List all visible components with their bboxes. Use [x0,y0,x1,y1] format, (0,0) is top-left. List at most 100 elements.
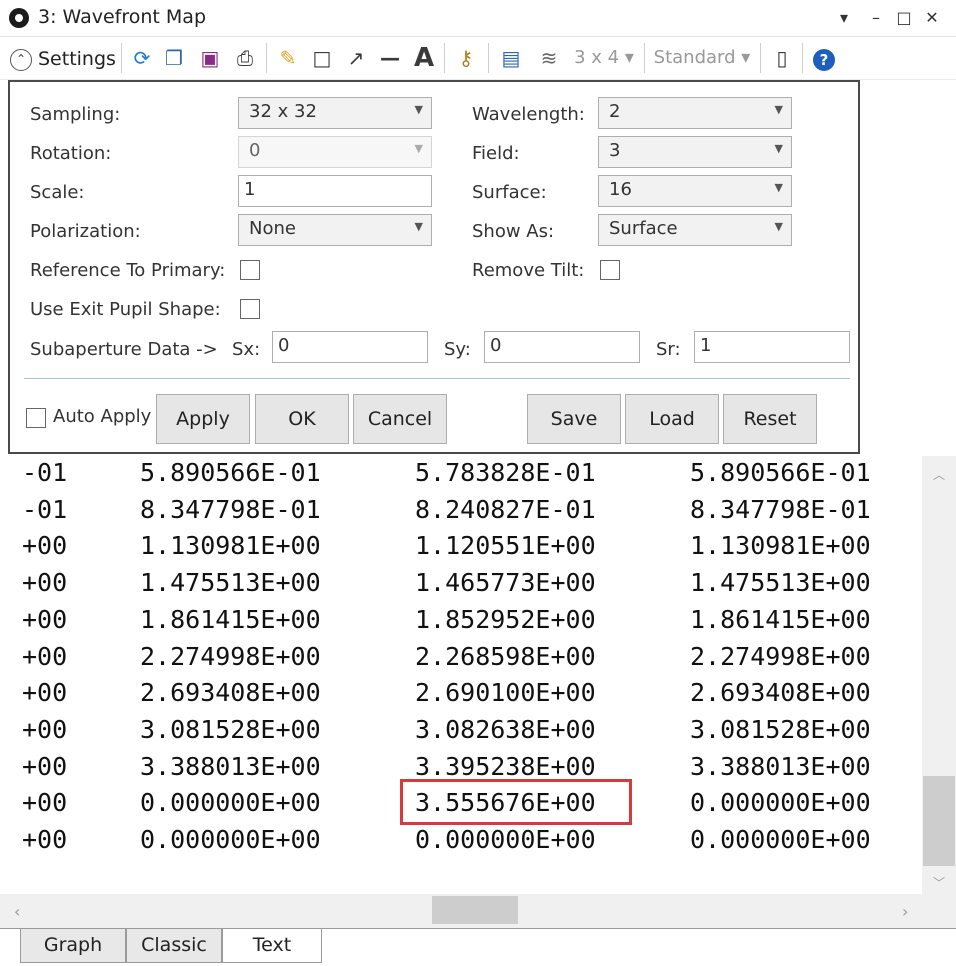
wavelength-select[interactable]: 2 ▼ [598,97,792,129]
field-select[interactable]: 3 ▼ [598,136,792,168]
panel-divider [24,378,850,379]
auto-apply-checkbox[interactable] [26,408,46,428]
sx-label: Sx: [232,339,261,360]
tab-classic[interactable]: Classic [126,929,222,963]
text-cell: 3.395238E+00 [415,751,596,781]
cancel-button[interactable]: Cancel [353,394,447,444]
text-cell: 0.000000E+00 [690,825,871,854]
chevron-down-icon: ▼ [414,220,423,233]
polarization-select[interactable]: None ▼ [238,214,432,246]
rotation-label: Rotation: [30,143,112,164]
save-button[interactable]: Save [527,394,621,444]
settings-toggle-button[interactable]: ⌃ Settings [10,42,118,74]
minimize-button[interactable]: – [862,4,890,32]
text-row: +00 0.000000E+00 0.000000E+00 0.000000E+00 [0,825,922,862]
app-icon [9,8,29,28]
view-tabs: Graph Classic Text [0,928,956,966]
text-output-area[interactable]: -01 5.890566E-01 5.783828E-01 5.890566E-01-… [0,456,922,894]
maximize-button[interactable]: □ [890,4,918,32]
chevron-down-icon: ▼ [774,181,783,194]
text-cell: 8.347798E-01 [690,494,871,524]
text-row: +00 3.081528E+00 3.082638E+00 3.081528E+00 [0,715,922,752]
sy-label: Sy: [444,339,471,360]
text-cell: 8.240827E-01 [415,494,596,524]
text-icon[interactable]: A [410,42,438,74]
sx-input[interactable]: 0 [272,331,428,363]
tab-graph[interactable]: Graph [20,929,126,963]
sampling-label: Sampling: [30,104,121,125]
line-icon[interactable]: — [376,42,404,74]
copy-icon[interactable]: ❐ [160,42,188,74]
text-cell: -01 [22,494,68,524]
apply-button[interactable]: Apply [156,394,250,444]
subaperture-label: Subaperture Data -> [30,339,218,360]
reset-button[interactable]: Reset [723,394,817,444]
ok-button[interactable]: OK [255,394,349,444]
reference-primary-checkbox[interactable] [240,260,260,280]
horizontal-scroll-thumb[interactable] [432,896,518,924]
tab-text[interactable]: Text [222,929,322,963]
text-cell: +00 [22,751,68,781]
lock-icon[interactable]: ⚷ [452,42,480,74]
vertical-scrollbar[interactable]: ︿ ﹀ [922,456,956,894]
text-row: +00 1.130981E+00 1.120551E+00 1.130981E+00 [0,531,922,568]
dropdown-menu-button[interactable]: ▾ [830,4,858,32]
text-cell: +00 [22,641,68,671]
close-button[interactable]: ✕ [918,4,946,32]
sampling-value: 32 x 32 [249,101,317,122]
text-cell: 0.000000E+00 [415,825,596,854]
rotation-select[interactable]: 0 ▼ [238,136,432,168]
polarization-value: None [249,218,296,239]
horizontal-scrollbar[interactable]: ‹ › [0,894,922,928]
remove-tilt-label: Remove Tilt: [472,260,585,281]
highlight-box [400,779,632,825]
text-cell: 0.000000E+00 [690,788,871,818]
toolbar-separator [488,43,489,73]
surface-label: Surface: [472,182,547,203]
exit-pupil-checkbox[interactable] [240,299,260,319]
remove-tilt-checkbox[interactable] [600,260,620,280]
text-cell: +00 [22,604,68,634]
collapse-icon: ⌃ [10,48,32,71]
scale-label: Scale: [30,182,85,203]
vertical-scroll-thumb[interactable] [923,776,955,866]
scale-input[interactable]: 1 [238,175,432,207]
layout-dropdown[interactable]: 3 x 4 ▾ [572,42,636,74]
save-icon[interactable]: ▣ [196,42,224,74]
phone-icon[interactable]: ▯ [768,42,796,74]
sr-input[interactable]: 1 [694,331,850,363]
scroll-down-icon[interactable]: ﹀ [933,874,945,891]
sy-input[interactable]: 0 [484,331,640,363]
sr-label: Sr: [656,339,681,360]
toolbar-separator [802,43,803,73]
scroll-left-icon[interactable]: ‹ [14,902,20,921]
text-row: +00 1.861415E+00 1.852952E+00 1.861415E+00 [0,605,922,642]
exit-pupil-label: Use Exit Pupil Shape: [30,299,221,320]
settings-panel: Sampling: 32 x 32 ▼ Rotation: 0 ▼ Scale: 1… [8,80,860,454]
refresh-icon[interactable]: ⟳ [128,42,156,74]
chevron-down-icon: ▼ [774,142,783,155]
toolbar-separator [444,43,445,73]
window-icon[interactable]: ▤ [496,42,526,74]
text-row: +00 1.475513E+00 1.465773E+00 1.475513E+00 [0,568,922,605]
pencil-icon[interactable]: ✎ [274,42,302,74]
show-as-select[interactable]: Surface ▼ [598,214,792,246]
arrow-icon[interactable]: ↗ [342,42,370,74]
text-row: +00 2.693408E+00 2.690100E+00 2.693408E+00 [0,678,922,715]
text-cell: 2.690100E+00 [415,678,596,708]
help-icon[interactable]: ? [810,42,838,74]
standard-dropdown[interactable]: Standard ▾ [652,42,752,74]
scroll-up-icon[interactable]: ︿ [933,466,945,483]
window-title: 3: Wavefront Map [38,6,207,28]
text-cell: 3.081528E+00 [140,714,321,744]
surface-value: 16 [609,179,632,200]
layers-icon[interactable]: ≋ [534,42,564,74]
rectangle-icon[interactable]: □ [308,42,336,74]
load-button[interactable]: Load [625,394,719,444]
surface-select[interactable]: 16 ▼ [598,175,792,207]
text-cell: 2.693408E+00 [140,678,321,708]
sampling-select[interactable]: 32 x 32 ▼ [238,97,432,129]
scroll-right-icon[interactable]: › [902,902,908,921]
chevron-down-icon: ▼ [774,220,783,233]
print-icon[interactable]: ⎙ [230,42,260,74]
